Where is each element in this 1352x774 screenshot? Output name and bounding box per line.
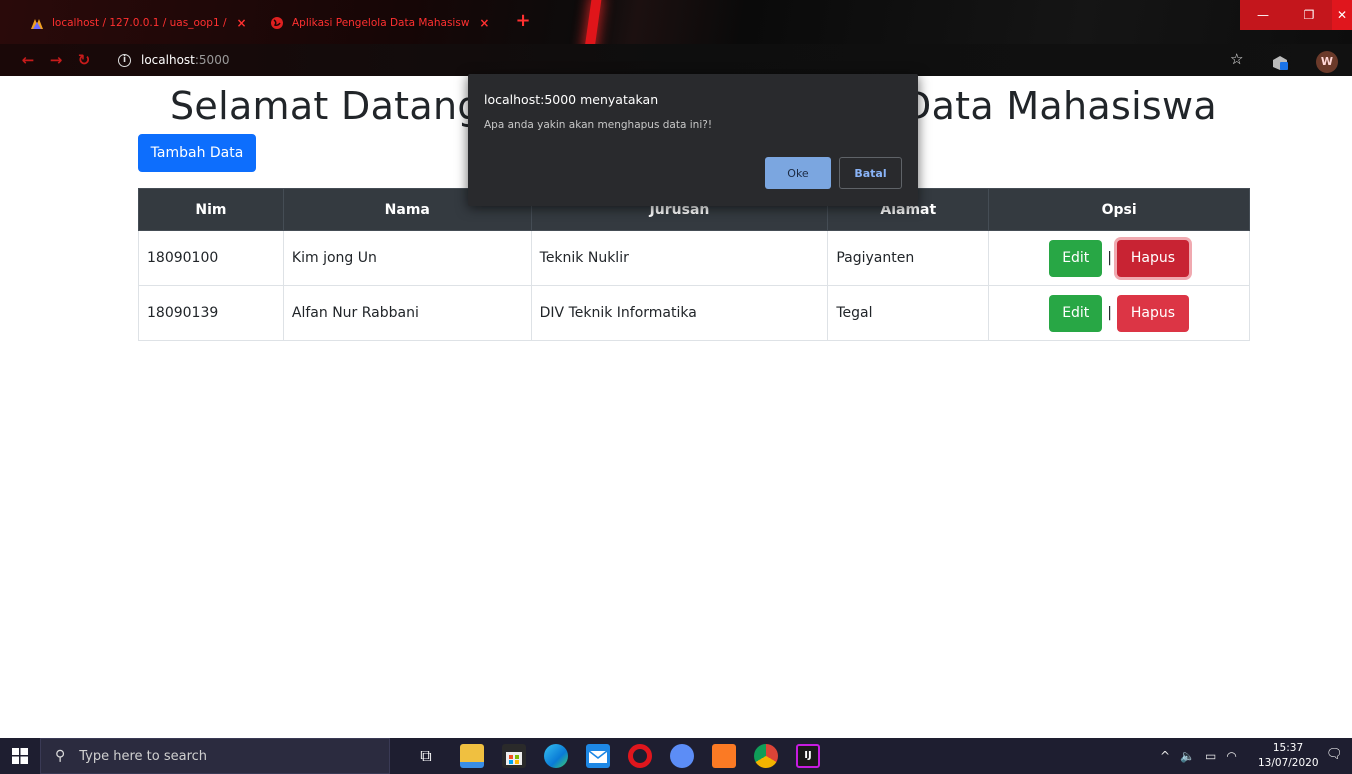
dialog-title: localhost:5000 menyatakan [484,92,659,107]
close-icon[interactable]: × [479,16,489,30]
search-placeholder: Type here to search [79,748,208,764]
cell-nama: Alfan Nur Rabbani [282,285,532,341]
edit-button[interactable]: Edit [1049,294,1103,332]
tab-phpmyadmin[interactable]: localhost / 127.0.0.1 / uas_oop1 / × [30,10,250,36]
dialog-message: Apa anda yakin akan menghapus data ini?! [484,119,713,131]
cell-opsi: Edit | Hapus [988,230,1250,286]
cell-nim: 18090100 [138,230,284,286]
reload-icon[interactable]: ↻ [74,50,94,70]
url-port: :5000 [194,53,230,67]
cell-nim: 18090139 [138,285,284,341]
cell-nama: Kim jong Un [282,230,532,286]
profile-avatar[interactable]: W [1316,51,1338,73]
wallpaper-streak [583,0,603,44]
maximize-button[interactable]: ❐ [1286,0,1332,30]
separator: | [1107,250,1112,266]
student-table: Nim Nama Jurusan Alamat Opsi 18090100 Ki… [138,188,1250,341]
address-bar: ← → ↻ i localhost:5000 [0,44,1352,76]
header-nim: Nim [138,188,284,231]
header-opsi: Opsi [988,188,1250,231]
chevron-up-icon[interactable]: ^ [1160,749,1170,763]
store-icon[interactable] [502,744,526,768]
tab-label: localhost / 127.0.0.1 / uas_oop1 / [52,17,227,29]
forward-arrow-icon[interactable]: → [46,50,66,70]
edit-button[interactable]: Edit [1049,239,1103,277]
app-icon[interactable] [670,744,694,768]
tab-aplikasi[interactable]: Aplikasi Pengelola Data Mahasisw × [270,10,500,36]
volume-icon[interactable]: 🔈 [1180,749,1195,763]
mail-icon[interactable] [586,744,610,768]
search-icon: ⚲ [55,748,66,764]
notification-icon[interactable]: 🗨 [1326,747,1343,763]
url-host: localhost [141,53,195,67]
cell-alamat: Tegal [827,285,990,341]
clock-date: 13/07/2020 [1258,757,1319,769]
url-field[interactable]: i localhost:5000 [118,49,229,71]
windows-logo-icon [12,748,28,764]
file-explorer-icon[interactable] [460,744,484,768]
taskbar-search[interactable]: ⚲ Type here to search [40,738,390,774]
add-data-button[interactable]: Tambah Data [138,134,256,172]
battery-icon[interactable]: ▭ [1205,749,1216,763]
task-view-icon[interactable]: ⧉ [414,744,438,768]
close-window-button[interactable]: ✕ [1332,0,1352,30]
intellij-icon[interactable]: IJ [796,744,820,768]
cell-alamat: Pagiyanten [827,230,990,286]
tab-label: Aplikasi Pengelola Data Mahasisw [292,17,470,29]
bookmark-star-icon[interactable]: ☆ [1230,50,1243,68]
xampp-icon[interactable] [712,744,736,768]
extension-icon[interactable] [1270,52,1290,72]
edge-icon[interactable] [544,744,568,768]
ok-button[interactable]: Oke [765,157,831,189]
table-row: 18090139 Alfan Nur Rabbani DIV Teknik In… [138,285,1250,341]
cell-opsi: Edit | Hapus [988,285,1250,341]
cell-jurusan: Teknik Nuklir [530,230,829,286]
chrome-icon[interactable] [754,744,778,768]
confirm-dialog: localhost:5000 menyatakan Apa anda yakin… [468,74,918,206]
back-arrow-icon[interactable]: ← [18,50,38,70]
new-tab-button[interactable]: + [513,12,533,32]
delete-button[interactable]: Hapus [1116,239,1189,277]
taskbar: ⚲ Type here to search ⧉ IJ ^ 🔈 ▭ ◠ 15:37… [0,738,1352,774]
system-tray: ^ 🔈 ▭ ◠ [1160,738,1247,774]
close-icon[interactable]: × [237,16,247,30]
browser-tab-bar: localhost / 127.0.0.1 / uas_oop1 / × Apl… [0,0,1352,44]
clock[interactable]: 15:37 13/07/2020 [1258,741,1319,771]
cell-jurusan: DIV Teknik Informatika [530,285,829,341]
globe-icon [270,16,284,30]
cancel-button[interactable]: Batal [839,157,902,189]
table-row: 18090100 Kim jong Un Teknik Nuklir Pagiy… [138,230,1250,286]
delete-button[interactable]: Hapus [1116,294,1189,332]
minimize-button[interactable]: — [1240,0,1286,30]
phpmyadmin-icon [30,16,44,30]
windows-start-button[interactable] [0,738,40,774]
clock-time: 15:37 [1272,742,1304,754]
wifi-icon[interactable]: ◠ [1226,749,1236,763]
separator: | [1107,305,1112,321]
opera-icon[interactable] [628,744,652,768]
info-icon[interactable]: i [118,53,131,67]
